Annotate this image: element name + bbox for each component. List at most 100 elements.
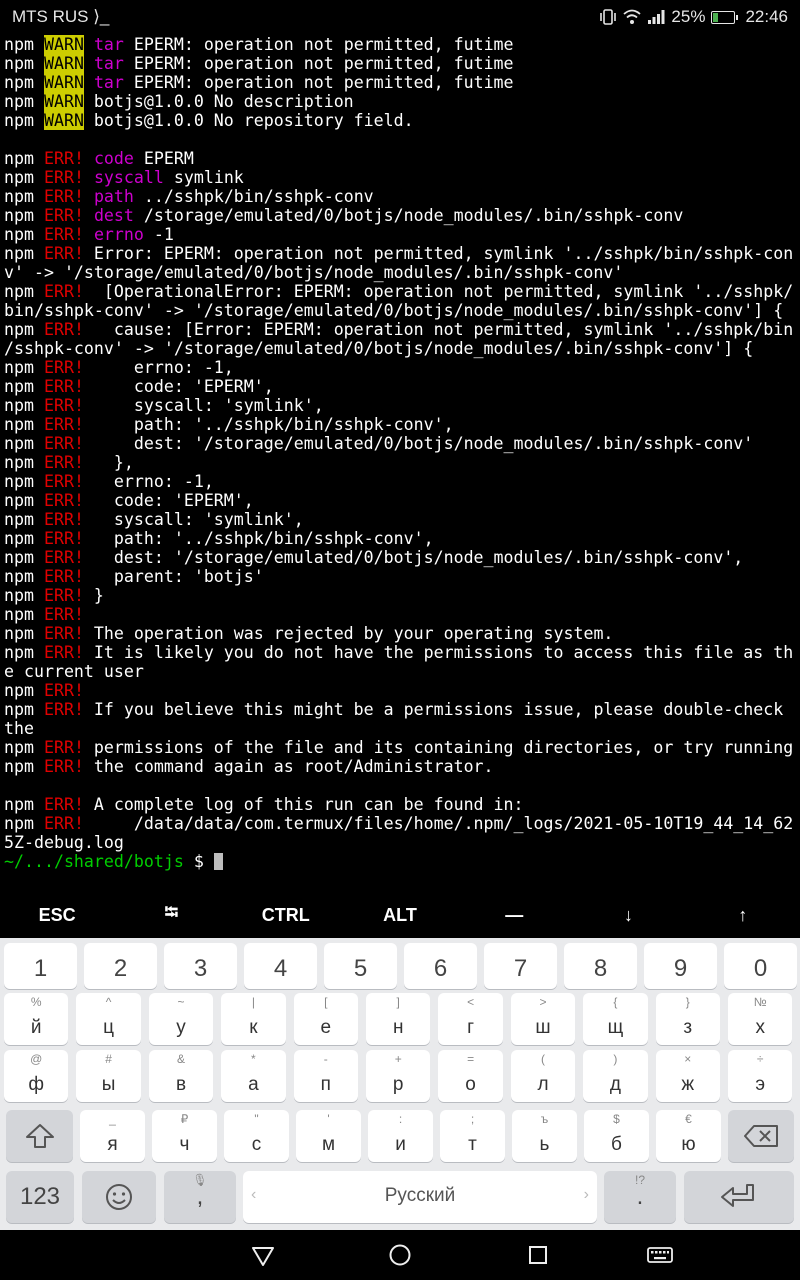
key-у[interactable]: ~ у [148, 993, 214, 1045]
key-х[interactable]: № х [728, 993, 793, 1045]
key-м[interactable]: ' м [296, 1110, 361, 1162]
key-label: э [755, 1074, 766, 1095]
terminal-text: npm [4, 320, 44, 339]
enter-key[interactable] [684, 1171, 794, 1223]
terminal-line: npm ERR! path ../sshpk/bin/sshpk-conv [4, 187, 798, 206]
alt-key[interactable]: ALT [343, 895, 457, 935]
key-щ[interactable]: {щ [583, 993, 648, 1045]
tab-key[interactable]: ⭾ [114, 895, 228, 935]
key-3[interactable]: 3 [164, 943, 237, 989]
key-з[interactable]: } з [655, 993, 720, 1045]
key-hint: ~ [177, 995, 185, 1009]
period-key[interactable]: !?. [604, 1171, 676, 1223]
terminal-text: syscall: 'symlink', [83, 396, 324, 415]
esc-key[interactable]: ESC [0, 895, 114, 935]
key-й[interactable]: % й [4, 993, 69, 1045]
key-9[interactable]: 9 [644, 943, 717, 989]
terminal-text: syscall [93, 168, 164, 187]
err-tag: ERR! [43, 225, 84, 244]
comma-key[interactable]: 🎙, [164, 1171, 236, 1223]
key-ы[interactable]: # ы [76, 1050, 141, 1102]
key-а[interactable]: * а [221, 1050, 286, 1102]
terminal-line: /sshpk-conv' -> '/storage/emulated/0/bot… [4, 339, 798, 358]
key-о[interactable]: = о [438, 1050, 503, 1102]
dash-key[interactable]: — [457, 895, 571, 935]
key-6[interactable]: 6 [404, 943, 477, 989]
key-2[interactable]: 2 [84, 943, 157, 989]
shift-key[interactable] [6, 1110, 73, 1162]
key-ф[interactable]: @ ф [4, 1050, 69, 1102]
terminal-line: npm ERR! path: '../sshpk/bin/sshpk-conv'… [4, 529, 798, 548]
key-5[interactable]: 5 [324, 943, 397, 989]
terminal-line: npm ERR! code: 'EPERM', [4, 491, 798, 510]
err-tag: ERR! [43, 757, 84, 776]
symbols-mode-key[interactable]: 123 [6, 1171, 74, 1223]
key-и[interactable]: :и [368, 1110, 433, 1162]
key-д[interactable]: ) д [583, 1050, 648, 1102]
terminal-text: If you believe this might be a permissio… [83, 700, 784, 719]
key-hint: = [467, 1052, 475, 1066]
key-р[interactable]: + р [366, 1050, 431, 1102]
key-ь[interactable]: ъь [512, 1110, 577, 1162]
home-icon[interactable] [385, 1240, 415, 1270]
key-ц[interactable]: ^ ц [76, 993, 141, 1045]
recents-icon[interactable] [523, 1240, 553, 1270]
key-е[interactable]: [е [293, 993, 358, 1045]
key-0[interactable]: 0 [724, 943, 797, 989]
key-с[interactable]: " с [224, 1110, 289, 1162]
key-ш[interactable]: > ш [510, 993, 576, 1045]
down-arrow-key[interactable]: ↓ [571, 895, 685, 935]
key-ж[interactable]: × ж [655, 1050, 720, 1102]
err-tag: ERR! [43, 396, 84, 415]
terminal-text: npm [4, 738, 44, 757]
prompt-symbol: $ [183, 852, 214, 871]
terminal-output[interactable]: npm WARN tar EPERM: operation not permit… [4, 35, 798, 885]
key-б[interactable]: $ б [584, 1110, 649, 1162]
key-э[interactable]: ÷ э [728, 1050, 793, 1102]
key-ч[interactable]: ₽ ч [152, 1110, 217, 1162]
back-icon[interactable] [248, 1240, 278, 1270]
err-tag: ERR! [43, 149, 84, 168]
key-7[interactable]: 7 [484, 943, 557, 989]
key-т[interactable]: ; т [440, 1110, 505, 1162]
key-hint: ' [327, 1112, 330, 1126]
terminal-text: npm [4, 472, 44, 491]
terminal-text: parent: 'botjs' [83, 567, 264, 586]
key-hint: $ [613, 1112, 620, 1126]
terminal-text: dest: '/storage/emulated/0/botjs/node_mo… [83, 548, 744, 567]
key-label: к [249, 1017, 258, 1038]
up-arrow-key[interactable]: ↑ [686, 895, 800, 935]
terminal-line: npm ERR! It is likely you do not have th… [4, 643, 798, 662]
terminal-text: dest [93, 206, 134, 225]
key-к[interactable]: | к [221, 993, 286, 1045]
key-в[interactable]: & в [148, 1050, 214, 1102]
key-п[interactable]: -п [293, 1050, 358, 1102]
backspace-key[interactable] [728, 1110, 794, 1162]
terminal-text: npm [4, 206, 44, 225]
key-label: 3 [193, 955, 208, 982]
key-8[interactable]: 8 [564, 943, 637, 989]
terminal-text: botjs@1.0.0 No description [83, 92, 354, 111]
key-г[interactable]: < г [438, 993, 503, 1045]
key-я[interactable]: _ я [80, 1110, 145, 1162]
terminal-text: npm [4, 244, 44, 263]
terminal-line: npm ERR! parent: 'botjs' [4, 567, 798, 586]
key-label: л [537, 1074, 549, 1095]
key-ю[interactable]: € ю [656, 1110, 721, 1162]
err-tag: ERR! [43, 358, 84, 377]
prompt-line[interactable]: ~/.../shared/botjs $ [4, 852, 798, 871]
key-1[interactable]: 1 [4, 943, 77, 989]
keyboard-switch-icon[interactable] [645, 1240, 675, 1270]
key-hint: % [30, 995, 42, 1009]
terminal-line: npm ERR! syscall: 'symlink', [4, 510, 798, 529]
terminal-text: npm [4, 282, 44, 301]
space-key[interactable]: ‹ Русский › [243, 1171, 597, 1223]
key-л[interactable]: (л [510, 1050, 576, 1102]
key-hint: | [251, 995, 255, 1009]
terminal-line: npm ERR! dest: '/storage/emulated/0/botj… [4, 434, 798, 453]
key-н[interactable]: ] н [366, 993, 431, 1045]
key-label: т [468, 1134, 477, 1155]
emoji-key[interactable] [82, 1171, 156, 1223]
key-4[interactable]: 4 [244, 943, 317, 989]
ctrl-key[interactable]: CTRL [229, 895, 343, 935]
